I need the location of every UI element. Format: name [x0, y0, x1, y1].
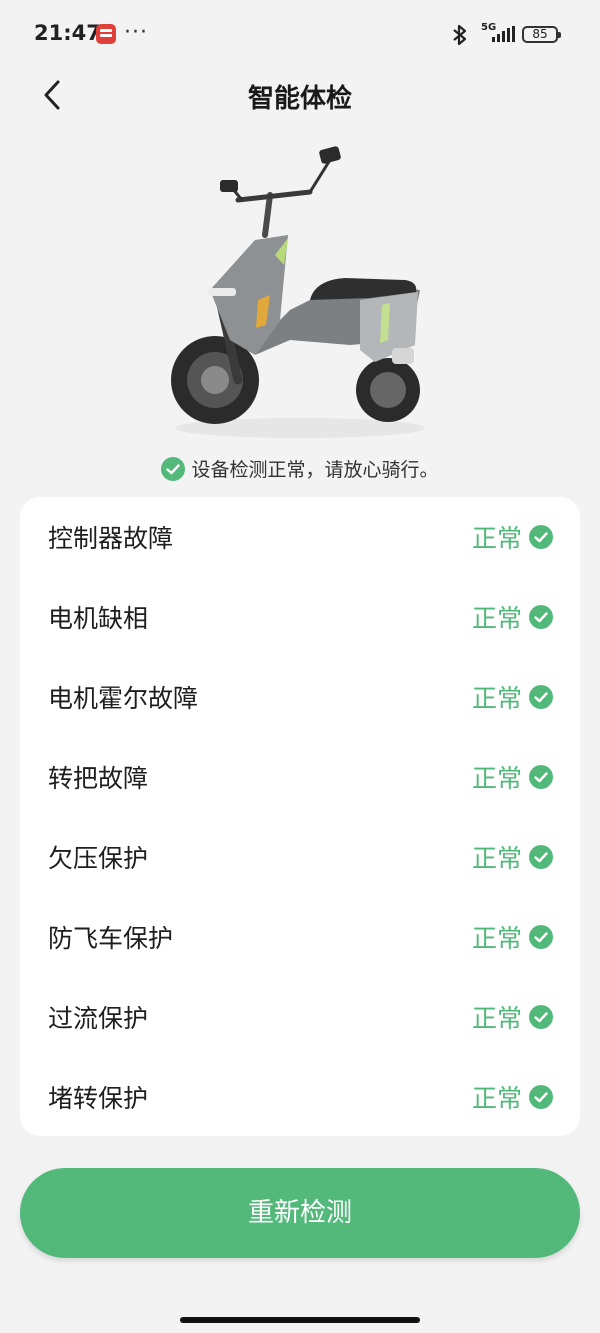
battery-level: 85 [532, 27, 548, 41]
check-circle-icon [529, 525, 553, 549]
list-item: 电机霍尔故障 正常 [20, 657, 580, 737]
notification-app-icon [96, 24, 116, 44]
check-circle-icon [529, 685, 553, 709]
check-circle-icon [529, 605, 553, 629]
status-bar: 21:47 ··· 5G 85 [0, 0, 600, 70]
check-label: 电机霍尔故障 [48, 684, 199, 713]
checks-card: 控制器故障 正常 电机缺相 正常 电机霍尔故障 正常 转把故障 正常 欠压保护 … [20, 497, 580, 1136]
check-circle-icon [529, 845, 553, 869]
bluetooth-icon [453, 24, 467, 46]
check-label: 控制器故障 [48, 524, 174, 553]
status-time: 21:47 [34, 21, 101, 45]
check-circle-icon [161, 456, 186, 481]
check-status: 正常 [471, 924, 522, 953]
signal-icon [492, 26, 515, 42]
list-item: 过流保护 正常 [20, 977, 580, 1057]
screen: 21:47 ··· 5G 85 智能体检 设备检测正常，请放心骑行。 控制器故障… [0, 0, 600, 1333]
check-label: 电机缺相 [48, 604, 149, 633]
list-item: 欠压保护 正常 [20, 817, 580, 897]
check-status: 正常 [471, 764, 522, 793]
check-label: 防飞车保护 [48, 924, 174, 953]
check-label: 欠压保护 [48, 844, 149, 873]
check-result-text: 设备检测正常，请放心骑行。 [191, 459, 439, 481]
list-item: 转把故障 正常 [20, 737, 580, 817]
more-notifications-icon: ··· [124, 20, 148, 45]
check-status: 正常 [471, 524, 522, 553]
check-status: 正常 [471, 684, 522, 713]
list-item: 电机缺相 正常 [20, 577, 580, 657]
check-circle-icon [529, 925, 553, 949]
check-label: 转把故障 [48, 764, 149, 793]
check-label: 过流保护 [48, 1004, 149, 1033]
check-result-message: 设备检测正常，请放心骑行。 [0, 455, 600, 483]
check-label: 堵转保护 [48, 1084, 149, 1113]
list-item: 堵转保护 正常 [20, 1057, 580, 1137]
check-circle-icon [529, 765, 553, 789]
check-status: 正常 [471, 604, 522, 633]
check-status: 正常 [471, 1004, 522, 1033]
retest-button[interactable]: 重新检测 [20, 1168, 580, 1258]
check-circle-icon [529, 1085, 553, 1109]
battery-icon: 85 [522, 26, 561, 43]
list-item: 控制器故障 正常 [20, 497, 580, 577]
home-indicator[interactable] [180, 1317, 420, 1323]
page-title: 智能体检 [247, 84, 352, 114]
scooter-image [171, 146, 425, 438]
check-status: 正常 [471, 1084, 522, 1113]
check-circle-icon [529, 1005, 553, 1029]
list-item: 防飞车保护 正常 [20, 897, 580, 977]
check-status: 正常 [471, 844, 522, 873]
